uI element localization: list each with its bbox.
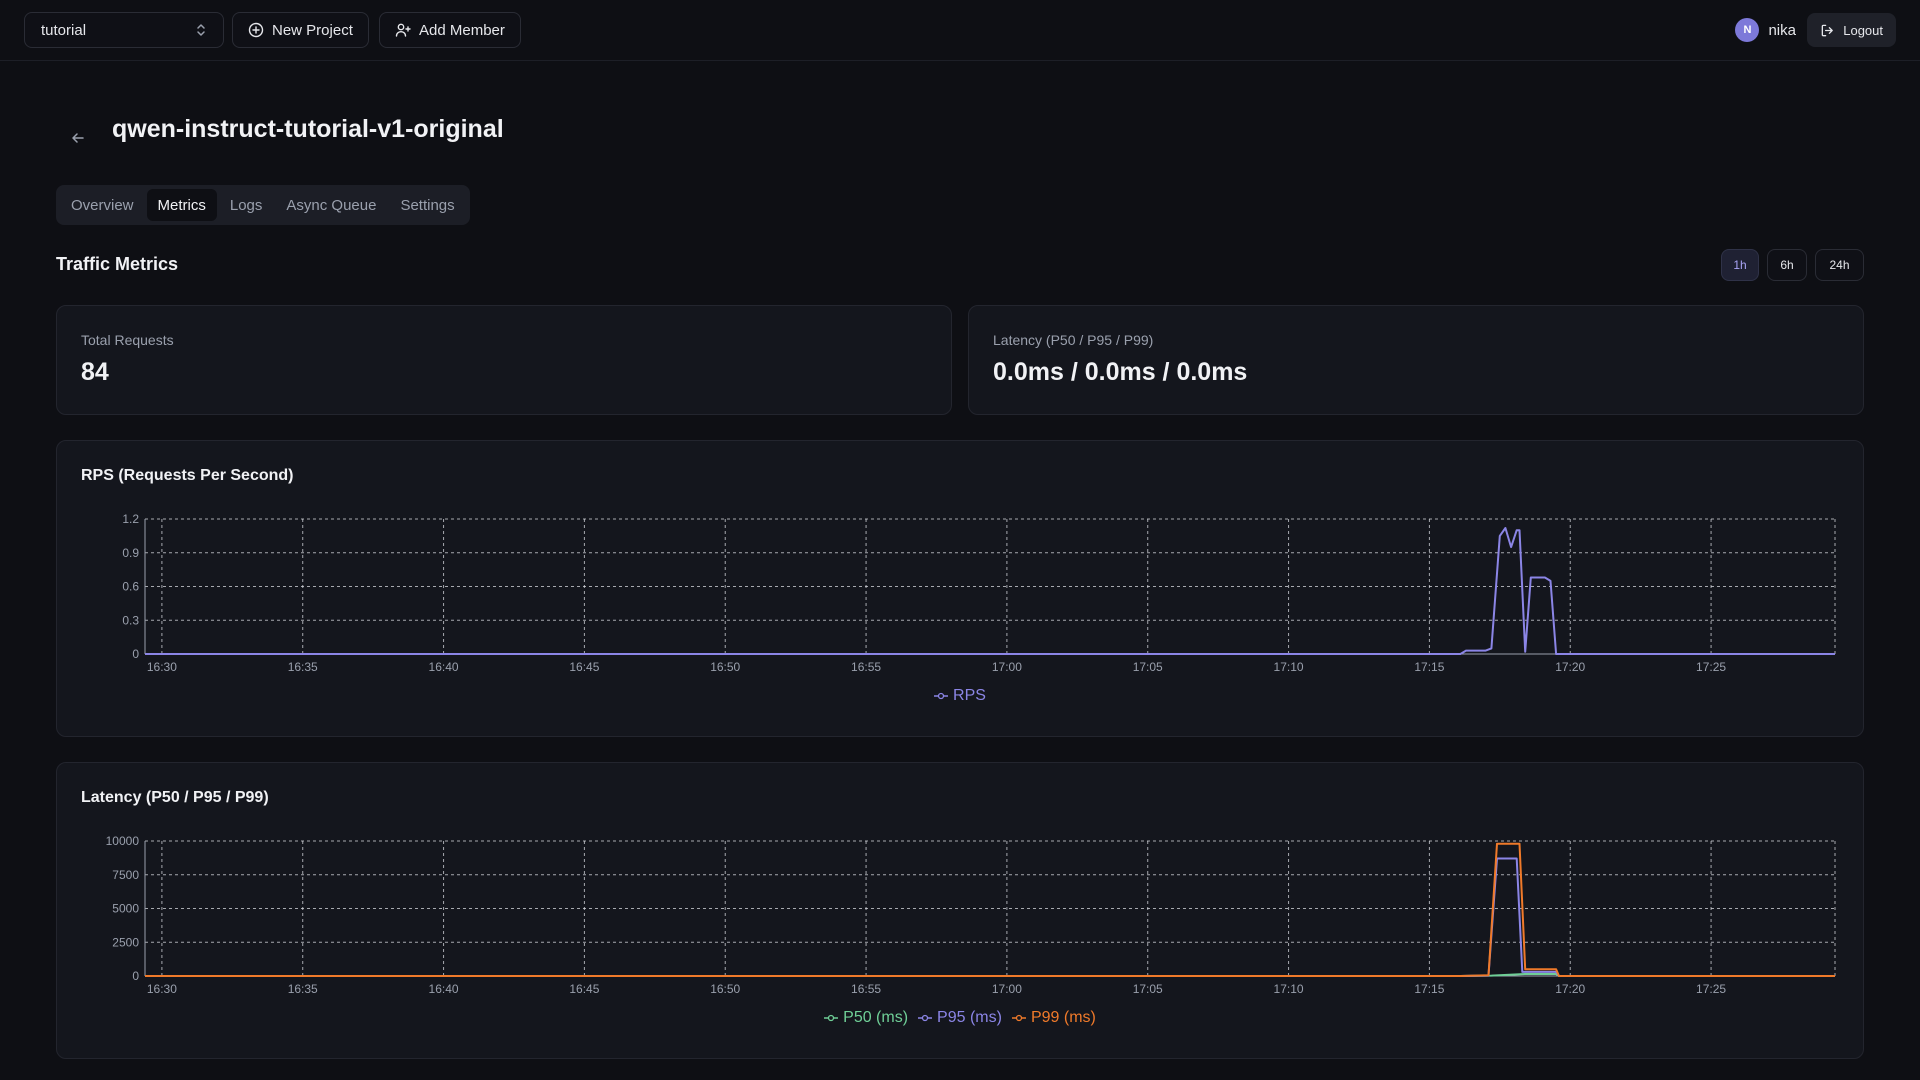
x-tick-label: 16:40 <box>429 660 459 674</box>
series-line-rps <box>145 527 1835 655</box>
add-member-button[interactable]: Add Member <box>379 12 521 48</box>
x-tick-label: 16:40 <box>429 982 459 996</box>
rps-chart-card: RPS (Requests Per Second) 0 0.3 0.6 0.9 1.2 1… <box>56 440 1864 737</box>
x-tick-label: 17:00 <box>992 660 1022 674</box>
x-tick-label: 16:45 <box>569 660 599 674</box>
x-tick-label: 17:05 <box>1133 982 1163 996</box>
legend-item-p95[interactable]: P95 (ms) <box>918 1009 1002 1027</box>
legend-label-p50: P50 (ms) <box>843 1009 909 1026</box>
tab-overview[interactable]: Overview <box>60 189 145 221</box>
avatar: N <box>1735 18 1760 42</box>
latency-label: Latency (P50 / P95 / P99) <box>993 332 1154 348</box>
legend-label-rps: RPS <box>953 687 986 704</box>
new-project-label: New Project <box>272 21 353 39</box>
chevron-updown-icon <box>197 24 205 36</box>
x-tick-label: 16:55 <box>851 660 881 674</box>
total-requests-value: 84 <box>81 358 109 386</box>
user-plus-icon <box>395 23 411 37</box>
logout-icon <box>1821 24 1834 36</box>
x-tick-label: 17:25 <box>1696 982 1726 996</box>
add-member-label: Add Member <box>419 21 505 39</box>
project-select[interactable]: tutorial <box>24 12 224 48</box>
x-tick-label: 17:00 <box>992 982 1022 996</box>
y-tick-label: 0.3 <box>122 613 139 627</box>
series-line-p95-ms <box>145 857 1835 977</box>
x-tick-label: 17:15 <box>1414 982 1444 996</box>
range-24h-button[interactable]: 24h <box>1815 249 1864 281</box>
latency-legend: P50 (ms) P95 (ms) P99 (ms) <box>57 1009 1863 1027</box>
x-tick-label: 17:05 <box>1133 660 1163 674</box>
y-tick-label: 7500 <box>112 868 139 882</box>
x-tick-label: 16:45 <box>569 982 599 996</box>
new-project-button[interactable]: New Project <box>232 12 369 48</box>
x-tick-label: 17:10 <box>1274 660 1304 674</box>
legend-line-icon <box>1011 1014 1026 1022</box>
legend-item-p50[interactable]: P50 (ms) <box>824 1009 908 1027</box>
latency-value: 0.0ms / 0.0ms / 0.0ms <box>993 358 1248 386</box>
tab-logs[interactable]: Logs <box>219 189 274 221</box>
total-requests-label: Total Requests <box>81 332 174 348</box>
latency-card: Latency (P50 / P95 / P99) 0.0ms / 0.0ms … <box>968 305 1864 415</box>
x-tick-label: 16:50 <box>710 660 740 674</box>
y-tick-label: 10000 <box>106 834 140 848</box>
traffic-metrics-title: Traffic Metrics <box>56 254 179 274</box>
x-tick-label: 16:35 <box>288 982 318 996</box>
legend-line-icon <box>918 1014 933 1022</box>
logout-button[interactable]: Logout <box>1807 13 1896 47</box>
logout-label: Logout <box>1843 22 1883 38</box>
project-select-value: tutorial <box>41 21 87 39</box>
user-menu[interactable]: N nika <box>1735 18 1796 42</box>
x-tick-label: 16:50 <box>710 982 740 996</box>
range-1h-button[interactable]: 1h <box>1721 249 1759 281</box>
x-tick-label: 17:20 <box>1555 982 1585 996</box>
legend-label-p99: P99 (ms) <box>1030 1009 1096 1026</box>
user-name: nika <box>1768 21 1796 39</box>
total-requests-card: Total Requests 84 <box>56 305 952 415</box>
y-tick-label: 0.9 <box>122 546 139 560</box>
plus-circle-icon <box>248 22 264 38</box>
y-tick-label: 0 <box>132 647 139 661</box>
legend-line-icon <box>934 692 949 700</box>
y-tick-label: 2500 <box>112 935 139 949</box>
rps-legend: RPS <box>57 687 1863 705</box>
x-tick-label: 16:35 <box>288 660 318 674</box>
legend-item-p99[interactable]: P99 (ms) <box>1011 1009 1096 1027</box>
x-tick-label: 16:30 <box>147 982 177 996</box>
legend-item-rps[interactable]: RPS <box>934 687 986 705</box>
legend-line-icon <box>824 1014 839 1022</box>
page-title: qwen-instruct-tutorial-v1-original <box>112 115 504 143</box>
tab-metrics[interactable]: Metrics <box>146 189 217 221</box>
y-tick-label: 1.2 <box>122 512 139 526</box>
legend-label-p95: P95 (ms) <box>937 1009 1002 1026</box>
y-tick-label: 5000 <box>112 902 139 916</box>
x-tick-label: 17:25 <box>1696 660 1726 674</box>
x-tick-label: 17:15 <box>1414 660 1444 674</box>
y-tick-label: 0 <box>132 969 139 983</box>
x-tick-label: 17:10 <box>1274 982 1304 996</box>
series-line-p99-ms <box>145 842 1835 977</box>
top-bar: tutorial New Project Add Member N nika L… <box>0 0 1920 61</box>
x-tick-label: 16:30 <box>147 660 177 674</box>
tab-settings[interactable]: Settings <box>389 189 465 221</box>
tab-async-queue[interactable]: Async Queue <box>275 189 387 221</box>
y-tick-label: 0.6 <box>122 580 139 594</box>
x-tick-label: 16:55 <box>851 982 881 996</box>
back-arrow-icon[interactable] <box>68 128 88 148</box>
range-6h-button[interactable]: 6h <box>1767 249 1807 281</box>
x-tick-label: 17:20 <box>1555 660 1585 674</box>
latency-chart-card: Latency (P50 / P95 / P99) 0 2500 5000 7500 1… <box>56 762 1864 1059</box>
tab-bar: Overview Metrics Logs Async Queue Settin… <box>56 185 470 225</box>
